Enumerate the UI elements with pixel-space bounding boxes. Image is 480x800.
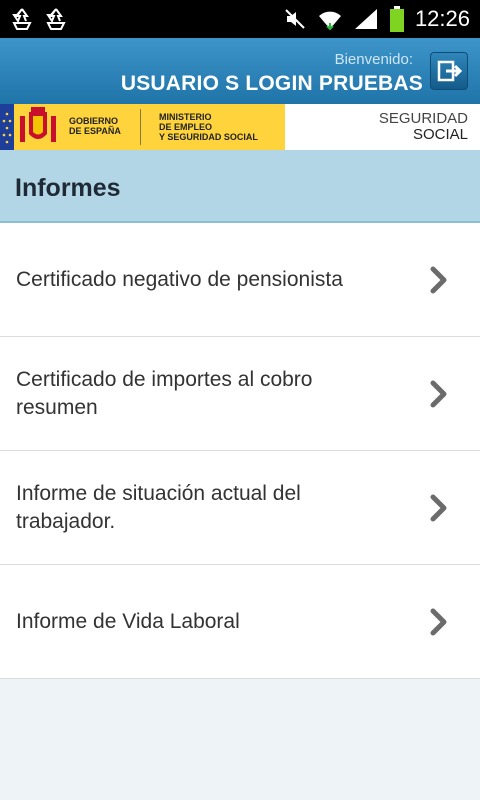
government-banner: GOBIERNO DE ESPAÑA MINISTERIO DE EMPLEO …: [0, 104, 480, 150]
list-item[interactable]: Certificado negativo de pensionista: [0, 223, 480, 337]
section-title: Informes: [15, 174, 121, 202]
list-item-label: Certificado negativo de pensionista: [16, 267, 343, 291]
chevron-right-icon: [430, 380, 447, 407]
seguridad-social-logo: SEGURIDAD SOCIAL: [378, 110, 468, 143]
clock: 12:26: [414, 6, 470, 31]
section-header: Informes: [0, 150, 480, 223]
gobierno-logo: GOBIERNO DE ESPAÑA MINISTERIO DE EMPLEO …: [0, 104, 285, 150]
list-item-label: Informe de situación actual del trabajad…: [16, 481, 301, 533]
banner-divider: [140, 109, 141, 145]
chevron-right-icon: [430, 608, 447, 635]
logout-button[interactable]: [430, 52, 468, 90]
eu-flag-strip: [0, 104, 14, 150]
signal-icon: [354, 9, 377, 29]
recycle-icon: [46, 8, 66, 30]
username-label: USUARIO S LOGIN PRUEBAS: [120, 72, 423, 95]
list-item-label: Certificado de importes al cobro resumen: [16, 367, 313, 419]
gobierno-text: GOBIERNO DE ESPAÑA: [69, 116, 121, 136]
app-header: Bienvenido: USUARIO S LOGIN PRUEBAS: [0, 38, 480, 104]
coat-of-arms-icon: [20, 107, 56, 142]
logout-icon: [437, 60, 463, 82]
list-item-label: Informe de Vida Laboral: [16, 609, 240, 633]
welcome-label: Bienvenido:: [334, 51, 413, 68]
chevron-right-icon: [430, 494, 447, 521]
list-item[interactable]: Certificado de importes al cobro resumen: [0, 337, 480, 451]
status-bar: 12:26: [0, 0, 480, 38]
recycle-icon: [12, 8, 32, 30]
list-item[interactable]: Informe de situación actual del trabajad…: [0, 451, 480, 565]
list-item[interactable]: Informe de Vida Laboral: [0, 565, 480, 679]
battery-icon: [389, 6, 404, 32]
report-list: Certificado negativo de pensionista Cert…: [0, 223, 480, 679]
ministerio-text: MINISTERIO DE EMPLEO Y SEGURIDAD SOCIAL: [159, 112, 258, 142]
mute-icon: [285, 9, 305, 29]
chevron-right-icon: [430, 266, 447, 293]
wifi-icon: [318, 11, 341, 31]
